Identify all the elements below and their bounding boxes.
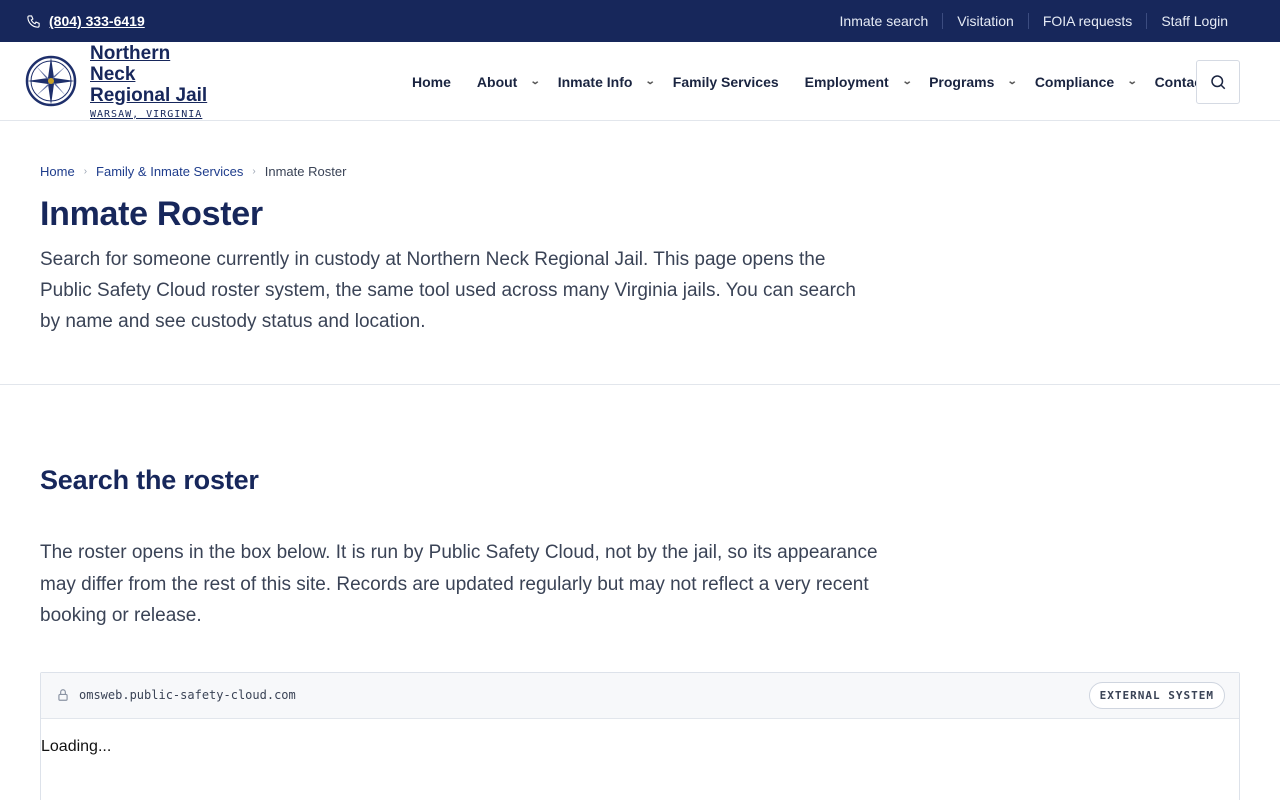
site-location: WARSAW, VIRGINIA <box>90 108 203 120</box>
embed-header: omsweb.public-safety-cloud.com EXTERNAL … <box>41 672 1239 719</box>
page-title: Inmate Roster <box>40 195 263 233</box>
util-link-staff-login[interactable]: Staff Login <box>1146 13 1242 29</box>
util-link-inmate-search[interactable]: Inmate search <box>826 13 943 29</box>
breadcrumb-parent[interactable]: Family & Inmate Services <box>96 164 243 179</box>
chevron-down-icon[interactable]: ⌄ <box>645 76 656 87</box>
nav-item-family-services[interactable]: Family Services <box>673 74 779 90</box>
lock-icon <box>58 689 68 701</box>
chevron-down-icon[interactable]: ⌄ <box>1127 76 1138 87</box>
chevron-down-icon[interactable]: ⌄ <box>901 76 912 87</box>
section-title: Search the roster <box>40 465 259 495</box>
nav-item-home[interactable]: Home <box>412 74 451 90</box>
nav-item-inmate-info[interactable]: Inmate Info ⌄ <box>557 73 656 90</box>
breadcrumb-home[interactable]: Home <box>40 164 75 179</box>
nav-item-label: Home <box>412 73 451 90</box>
embed-url-display: omsweb.public-safety-cloud.com <box>56 688 296 702</box>
utility-bar: (804) 333-6419 Inmate search Visitation … <box>0 0 1280 42</box>
phone-contact: (804) 333-6419 <box>26 13 145 29</box>
utility-links: Inmate search Visitation FOIA requests S… <box>826 13 1242 29</box>
nav-item-employment[interactable]: Employment ⌄ <box>804 73 913 90</box>
nav-item-label: Family Services <box>672 73 779 90</box>
chevron-down-icon[interactable]: ⌄ <box>1007 76 1018 87</box>
roster-section: Search the roster The roster opens in th… <box>0 385 1280 800</box>
breadcrumb-current: Inmate Roster <box>264 164 347 179</box>
section-body: The roster opens in the box below. It is… <box>40 542 878 626</box>
search-button[interactable] <box>1196 60 1240 104</box>
chevron-down-icon[interactable]: ⌄ <box>530 76 541 87</box>
search-icon <box>1211 75 1226 90</box>
main-nav: Home About ⌄ Inmate Info ⌄ Family Services Emp… <box>412 42 1233 121</box>
nav-item-label: Employment <box>804 73 889 90</box>
nav-item-about[interactable]: About ⌄ <box>476 73 541 90</box>
nav-item-label: Programs <box>929 73 995 90</box>
external-system-badge: EXTERNAL SYSTEM <box>1088 681 1225 709</box>
phone-link[interactable]: (804) 333-6419 <box>49 13 145 29</box>
nav-item-label: About <box>476 73 518 90</box>
roster-embed[interactable]: omsweb.public-safety-cloud.com EXTERNAL … <box>40 671 1240 800</box>
phone-icon <box>27 14 40 28</box>
site-header: Northern Neck Regional Jail WARSAW, VIRG… <box>0 42 1280 121</box>
compass-logo-icon <box>25 55 77 107</box>
util-link-foia[interactable]: FOIA requests <box>1027 13 1146 29</box>
embed-loading-text: Loading... <box>41 737 112 755</box>
breadcrumb: Home › Family & Inmate Services › Inmate… <box>40 164 1240 179</box>
nav-item-label: Inmate Info <box>557 73 633 90</box>
brand[interactable]: Northern Neck Regional Jail WARSAW, VIRG… <box>24 43 220 120</box>
breadcrumb-separator-icon: › <box>83 166 88 177</box>
page-hero: Home › Family & Inmate Services › Inmate… <box>0 121 1280 385</box>
embed-url: omsweb.public-safety-cloud.com <box>79 688 296 702</box>
breadcrumb-separator-icon: › <box>252 166 256 177</box>
nav-item-label: Compliance <box>1034 73 1115 90</box>
nav-item-compliance[interactable]: Compliance ⌄ <box>1034 73 1138 90</box>
page-intro: Search for someone currently in custody … <box>40 249 856 332</box>
site-name[interactable]: Northern Neck Regional Jail <box>90 43 220 106</box>
util-link-visitation[interactable]: Visitation <box>942 13 1028 29</box>
nav-item-programs[interactable]: Programs ⌄ <box>929 73 1018 90</box>
